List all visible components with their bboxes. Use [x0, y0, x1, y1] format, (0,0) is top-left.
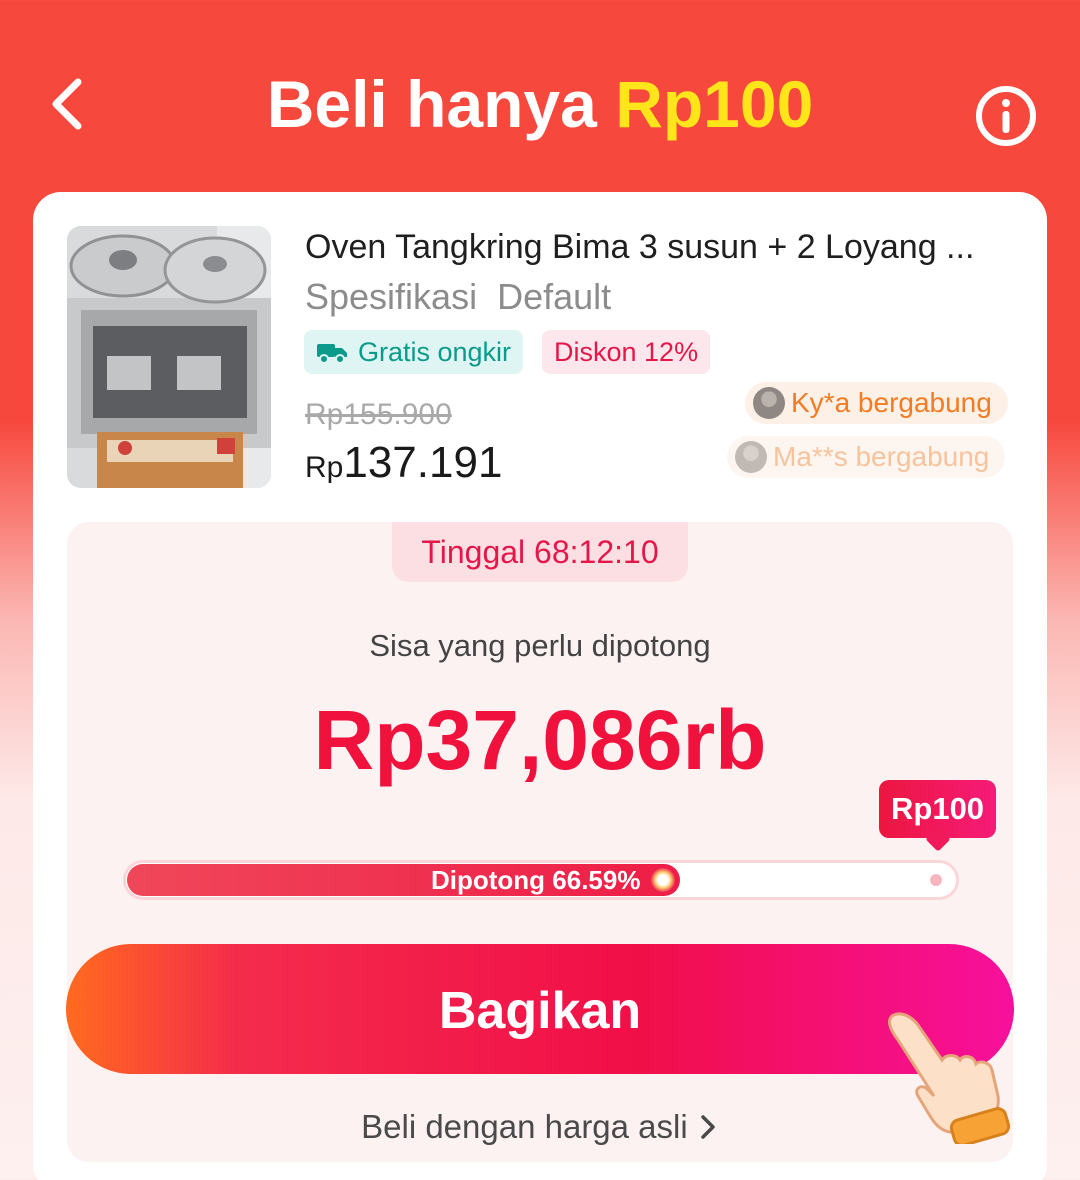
product-image[interactable]: [67, 226, 271, 488]
share-button[interactable]: Bagikan: [66, 944, 1014, 1074]
header: Beli hanya Rp100: [0, 0, 1080, 190]
price-currency: Rp: [305, 451, 344, 484]
joiner-text: Ky*a bergabung: [791, 387, 992, 418]
progress-label: Dipotong 66.59%: [431, 865, 641, 895]
truck-icon: [317, 344, 347, 364]
target-price-bubble: Rp100: [879, 780, 997, 838]
remaining-label: Sisa yang perlu dipotong: [369, 628, 711, 663]
progress-bar: Dipotong 66.59%: [123, 860, 959, 900]
oven-product-photo: [67, 226, 271, 488]
free-shipping-label: Gratis ongkir: [358, 336, 512, 367]
buy-original-label: Beli dengan harga asli: [361, 1108, 688, 1145]
chevron-right-icon: [701, 1115, 715, 1139]
avatar: [753, 387, 785, 419]
joiner-text: Ma**s bergabung: [773, 441, 990, 472]
free-shipping-badge: Gratis ongkir: [304, 330, 524, 374]
remaining-amount: Rp37,086rb: [313, 693, 767, 787]
price-value: 137.191: [343, 438, 503, 487]
product-spec: Spesifikasi Default: [305, 276, 612, 317]
share-button-label: Bagikan: [438, 982, 642, 1040]
joiner-notice: Ma**s bergabung: [727, 436, 1006, 478]
info-circle-icon: [976, 86, 1036, 146]
countdown-timer: Tinggal 68:12:10: [392, 522, 688, 582]
info-button[interactable]: [974, 84, 1038, 148]
title-main: Beli hanya: [266, 67, 597, 141]
title-accent-price: Rp100: [615, 67, 814, 141]
current-price: Rp137.191: [305, 438, 502, 488]
page-title: Beli hanya Rp100: [0, 66, 1080, 142]
original-price: Rp155.900: [305, 398, 452, 431]
discount-badge: Diskon 12%: [542, 330, 711, 374]
buy-original-price-link[interactable]: Beli dengan harga asli: [0, 1108, 1080, 1146]
product-title[interactable]: Oven Tangkring Bima 3 susun + 2 Loyang .…: [305, 228, 1015, 267]
progress-end-dot: [930, 874, 942, 886]
progress-glow-icon: [651, 868, 675, 892]
joiner-notice: Ky*a bergabung: [745, 382, 1008, 424]
avatar: [735, 441, 767, 473]
